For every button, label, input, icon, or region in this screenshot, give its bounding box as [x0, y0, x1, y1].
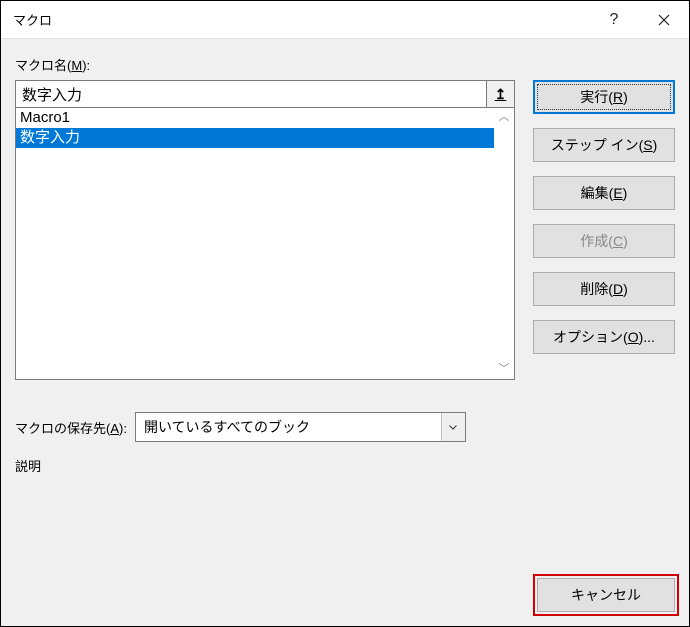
left-column: ↥ Macro1数字入力 ︿ ﹀ — [15, 80, 515, 380]
macro-name-input[interactable] — [15, 80, 487, 108]
window-title: マクロ — [1, 10, 52, 29]
description-label: 説明 — [15, 456, 675, 475]
help-button[interactable]: ? — [589, 1, 639, 39]
close-button[interactable] — [639, 1, 689, 39]
macro-dialog: マクロ ? マクロ名(M): ↥ Macro1数字入力 — [0, 0, 690, 627]
dialog-body: マクロ名(M): ↥ Macro1数字入力 ︿ ﹀ — [1, 39, 689, 626]
chevron-down-icon — [449, 425, 457, 430]
close-icon — [658, 14, 670, 26]
delete-button[interactable]: 削除(D) — [533, 272, 675, 306]
titlebar: マクロ ? — [1, 1, 689, 39]
main-row: ↥ Macro1数字入力 ︿ ﹀ 実行(R) ステップ イン(S) — [15, 80, 675, 380]
storage-select-dropdown-button[interactable] — [441, 413, 465, 441]
scroll-up-icon: ︿ — [499, 112, 510, 123]
macro-listbox-wrap: Macro1数字入力 ︿ ﹀ — [15, 108, 515, 380]
storage-select-value: 開いているすべてのブック — [136, 417, 441, 437]
macro-name-go-button[interactable]: ↥ — [487, 80, 515, 108]
create-button: 作成(C) — [533, 224, 675, 258]
macro-name-label: マクロ名(M): — [15, 55, 675, 74]
button-column: 実行(R) ステップ イン(S) 編集(E) 作成(C) 削除(D) オプション… — [533, 80, 675, 380]
edit-button[interactable]: 編集(E) — [533, 176, 675, 210]
storage-label: マクロの保存先(A): — [15, 418, 127, 437]
step-in-button[interactable]: ステップ イン(S) — [533, 128, 675, 162]
list-item[interactable]: 数字入力 — [16, 128, 494, 148]
scroll-down-icon: ﹀ — [499, 364, 510, 375]
storage-row: マクロの保存先(A): 開いているすべてのブック — [15, 412, 675, 442]
storage-select[interactable]: 開いているすべてのブック — [135, 412, 466, 442]
options-button[interactable]: オプション(O)... — [533, 320, 675, 354]
run-button[interactable]: 実行(R) — [533, 80, 675, 114]
up-arrow-icon: ↥ — [495, 87, 507, 101]
macro-listbox[interactable]: Macro1数字入力 — [16, 108, 494, 379]
list-item[interactable]: Macro1 — [16, 108, 494, 128]
footer: キャンセル — [537, 578, 675, 612]
listbox-scrollbar[interactable]: ︿ ﹀ — [494, 108, 514, 379]
macro-name-row: ↥ — [15, 80, 515, 108]
cancel-button[interactable]: キャンセル — [537, 578, 675, 612]
